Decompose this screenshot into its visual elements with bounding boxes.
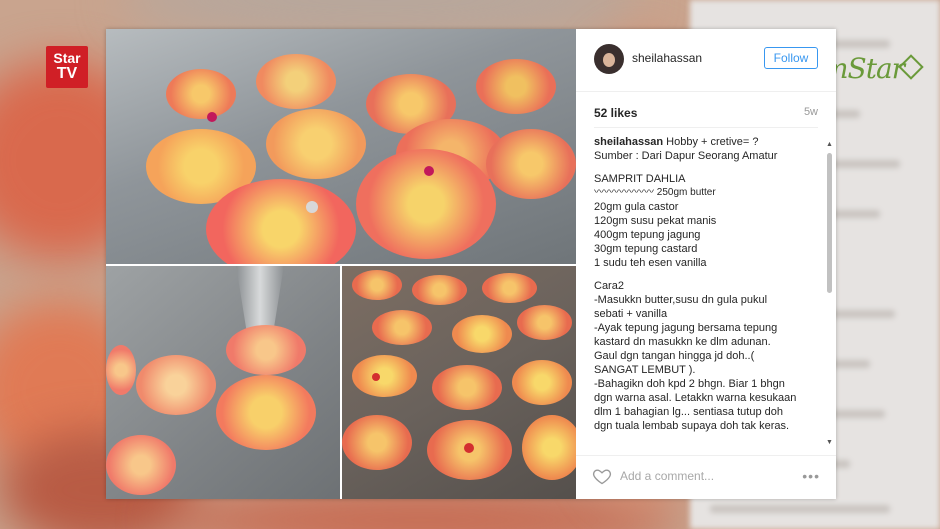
post-side-panel: sheilahassan Follow 52 likes 5w sheilaha… [576, 29, 836, 499]
scroll-up-icon[interactable]: ▲ [826, 141, 833, 148]
post-photo-collage[interactable] [106, 29, 576, 499]
photo-tray-cookies [342, 265, 576, 499]
caption-line: 〰〰〰〰〰〰 250gm butter [594, 187, 716, 198]
caption-line: 30gm tepung castard [594, 243, 698, 255]
startv-logo: Star TV [46, 46, 88, 88]
caption-line: Sumber : Dari Dapur Seorang Amatur [594, 150, 778, 162]
heart-icon[interactable] [592, 466, 612, 486]
caption-line: kastard dn masukkn ke dlm adunan. [594, 336, 771, 348]
caption-line: -Bahagikn doh kpd 2 bhgn. Biar 1 bhgn [594, 378, 785, 390]
instagram-post-card: sheilahassan Follow 52 likes 5w sheilaha… [106, 29, 836, 499]
caption-line: -Masukkn butter,susu dn gula pukul [594, 294, 768, 306]
scrollbar-thumb[interactable] [827, 153, 832, 293]
caption-line: 120gm susu pekat manis [594, 215, 717, 227]
caption-line: 1 sudu teh esen vanilla [594, 257, 707, 269]
caption-username[interactable]: sheilahassan [594, 136, 663, 148]
post-caption: sheilahassan Hobby + cretive= ? Sumber :… [594, 135, 822, 445]
comment-bar: Add a comment... ••• [576, 455, 836, 500]
caption-line: -Ayak tepung jagung bersama tepung [594, 322, 778, 334]
caption-line: Cara2 [594, 280, 624, 292]
scroll-down-icon[interactable]: ▼ [826, 439, 833, 446]
photo-piping-cookies [106, 265, 341, 499]
photo-top-cookies [106, 29, 576, 265]
caption-line: dgn tuala lembab supaya doh tak keras. [594, 420, 790, 432]
likes-count[interactable]: 52 likes [594, 106, 637, 120]
caption-line: 20gm gula castor [594, 201, 679, 213]
caption-line: SANGAT LEMBUT ). [594, 364, 696, 376]
caption-scrollbar[interactable]: ▲ ▼ [826, 141, 834, 446]
post-username[interactable]: sheilahassan [632, 51, 702, 65]
follow-button[interactable]: Follow [764, 47, 818, 69]
caption-line: sebati + vanilla [594, 308, 668, 320]
caption-line: Hobby + cretive= ? [666, 136, 759, 148]
avatar[interactable] [594, 44, 624, 74]
caption-line: 400gm tepung jagung [594, 229, 701, 241]
startv-logo-tv: TV [56, 65, 78, 82]
more-options-button[interactable]: ••• [802, 468, 820, 484]
post-header: sheilahassan Follow [576, 29, 836, 92]
caption-line: dlm 1 bahagian lg... sentiasa tutup doh [594, 406, 783, 418]
caption-line: SAMPRIT DAHLIA [594, 173, 686, 185]
caption-line: Gaul dgn tangan hingga jd doh..( [594, 350, 755, 362]
comment-input[interactable]: Add a comment... [620, 469, 714, 483]
startv-logo-text: Star [53, 50, 81, 66]
caption-line: dgn warna asal. Letakkn warna kesukaan [594, 392, 797, 404]
post-age[interactable]: 5w [804, 106, 818, 118]
